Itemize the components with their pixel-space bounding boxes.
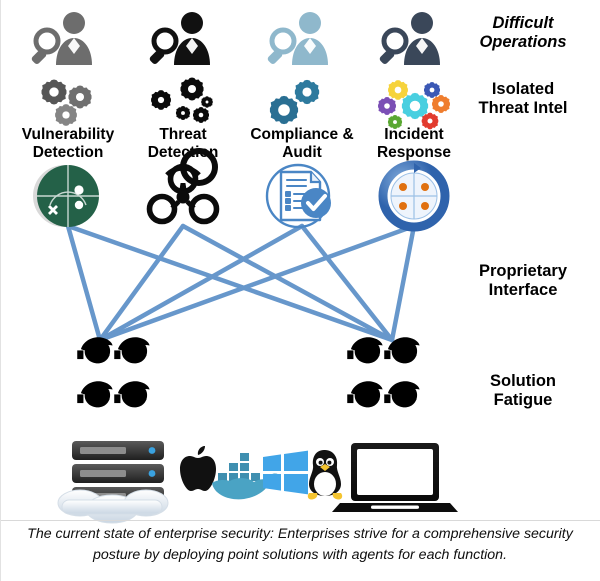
diagram-canvas: Vulnerability Detection Threat Detection…: [0, 0, 600, 581]
side-label-line: Difficult: [492, 14, 554, 32]
side-label-line: Proprietary: [478, 262, 568, 280]
server-stack-cloud-icon: [57, 441, 169, 524]
linux-penguin-icon: [307, 450, 343, 500]
side-label-line: Threat Intel: [478, 99, 568, 118]
side-label-line: Operations: [479, 33, 567, 52]
side-label-line: Solution: [490, 372, 556, 390]
figure-caption: The current state of enterprise security…: [27, 526, 573, 564]
side-label-line: Fatigue: [493, 391, 553, 410]
side-label-proprietary-interface: Proprietary Interface: [448, 262, 598, 301]
apple-logo-icon: [180, 446, 216, 491]
caption-divider: [0, 520, 600, 521]
side-label-solution-fatigue: Solution Fatigue: [448, 372, 598, 411]
side-label-line: Interface: [488, 281, 558, 300]
side-label-line: Isolated: [491, 80, 555, 98]
side-label-isolated-threat-intel: Isolated Threat Intel: [448, 80, 598, 119]
windows-logo-icon: [263, 450, 308, 495]
laptop-icon: [332, 443, 458, 512]
side-label-difficult-operations: Difficult Operations: [448, 14, 598, 53]
figure-left-border: [0, 0, 1, 581]
